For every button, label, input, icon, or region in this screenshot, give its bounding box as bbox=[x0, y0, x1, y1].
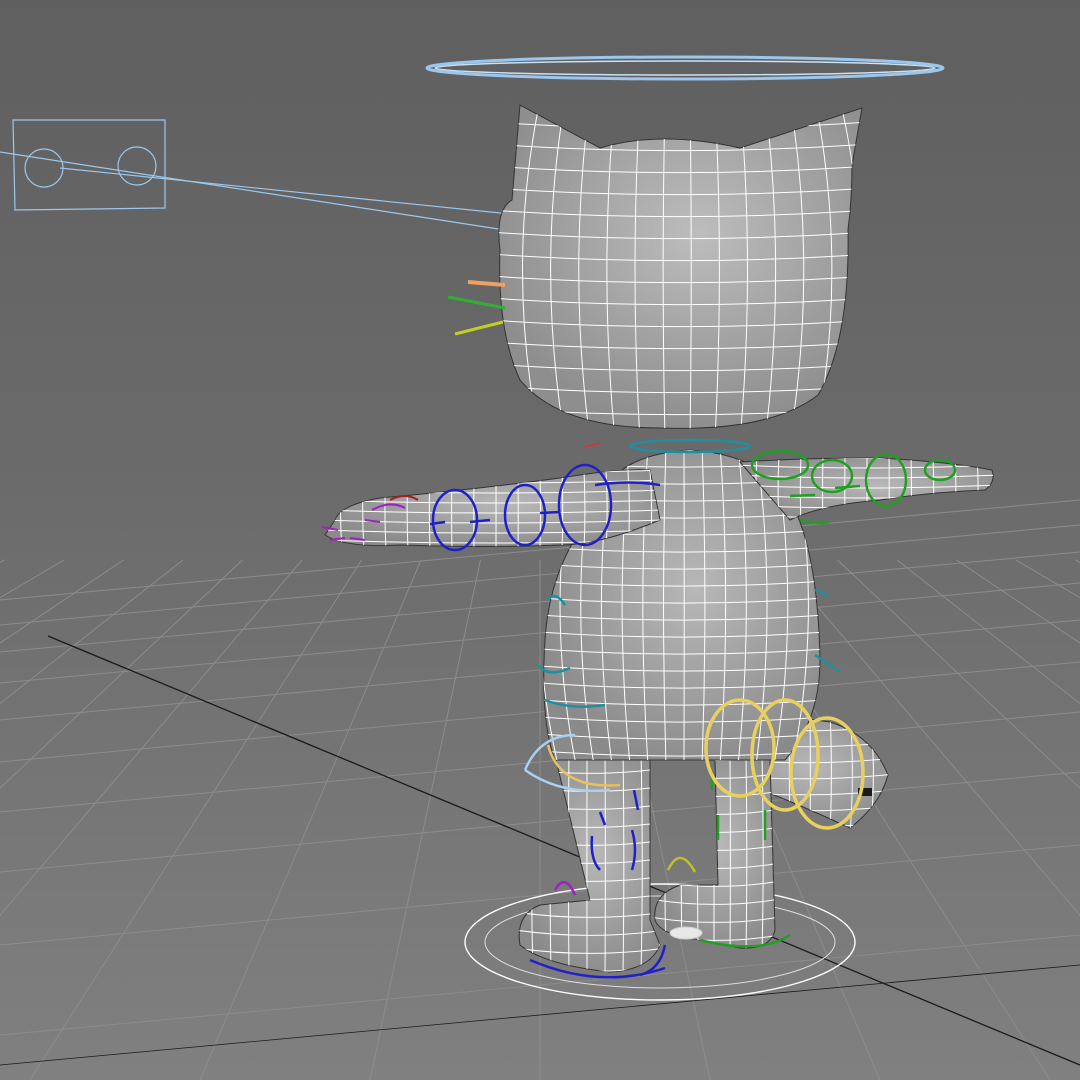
whisker-controls[interactable] bbox=[447, 280, 506, 336]
mesh-edge bbox=[543, 450, 820, 451]
mesh-edge bbox=[680, 760, 683, 949]
grid-line bbox=[29, 559, 362, 1080]
grid-line bbox=[837, 559, 1080, 789]
head-halo-control[interactable] bbox=[425, 55, 945, 81]
mesh-edge bbox=[658, 756, 660, 972]
mesh-edge bbox=[318, 470, 320, 550]
ground-grid bbox=[0, 499, 1080, 1080]
3d-viewport[interactable] bbox=[0, 0, 1080, 1080]
grid-line bbox=[1075, 559, 1080, 563]
grid-line bbox=[0, 559, 243, 789]
mesh-edge bbox=[650, 953, 780, 958]
mesh-edge bbox=[664, 760, 667, 949]
grid-line bbox=[956, 559, 1080, 644]
mesh-edge bbox=[865, 100, 888, 440]
mesh-edge bbox=[567, 756, 570, 972]
mesh-edge bbox=[490, 430, 870, 437]
grid-line bbox=[1015, 559, 1080, 599]
mesh-edge bbox=[466, 100, 490, 440]
grid-line bbox=[0, 559, 5, 563]
mesh-edge bbox=[498, 105, 862, 108]
grid-line bbox=[0, 559, 124, 644]
mesh-edge bbox=[999, 455, 1000, 525]
eye-look-control[interactable] bbox=[0, 119, 511, 231]
grid-line bbox=[896, 559, 1080, 705]
grid-line bbox=[369, 559, 481, 1080]
head-mesh[interactable] bbox=[466, 100, 888, 440]
grid-line bbox=[199, 559, 422, 1080]
viewport-canvas[interactable] bbox=[0, 0, 1080, 1080]
mesh-edge bbox=[513, 750, 515, 975]
